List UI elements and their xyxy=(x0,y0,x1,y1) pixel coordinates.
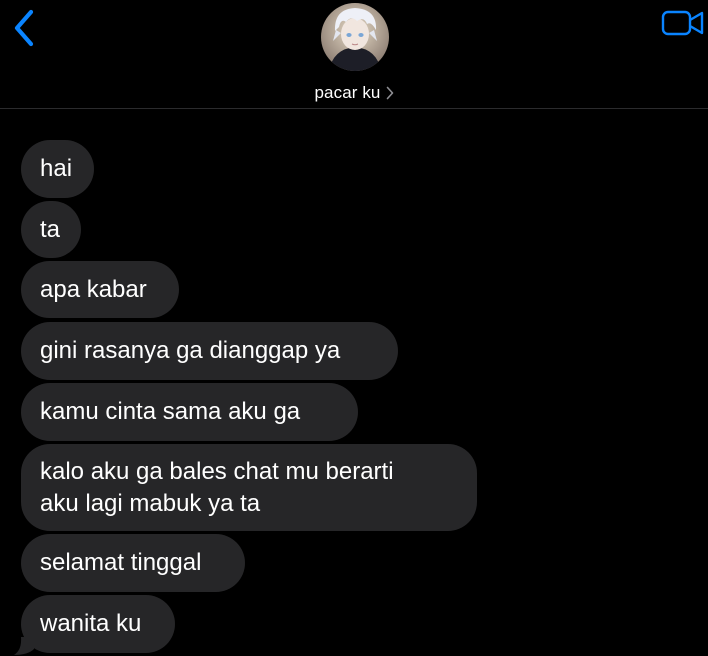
message-text: selamat tinggal xyxy=(40,549,202,576)
contact-name-button[interactable]: pacar ku xyxy=(0,81,708,105)
message-text-line: aku lagi mabuk ya ta xyxy=(40,489,261,517)
message-text: apa kabar xyxy=(40,275,147,303)
message-bubble-incoming[interactable]: hai xyxy=(21,140,94,198)
contact-name: pacar ku xyxy=(314,83,381,102)
bubble-tail xyxy=(14,637,34,655)
back-button[interactable] xyxy=(6,6,42,50)
video-camera-icon xyxy=(661,10,704,36)
message-bubble-incoming[interactable]: wanita ku xyxy=(14,595,175,655)
header-divider xyxy=(0,108,708,109)
message-bubble-incoming[interactable]: apa kabar xyxy=(21,261,179,318)
avatar-image xyxy=(321,3,389,71)
contact-avatar[interactable] xyxy=(321,3,389,71)
message-bubble-incoming[interactable]: kalo aku ga bales chat mu berarti aku la… xyxy=(21,444,477,531)
message-bubble-incoming[interactable]: ta xyxy=(21,201,81,258)
video-call-button[interactable] xyxy=(660,8,706,38)
message-text: hai xyxy=(40,155,73,182)
message-text: ta xyxy=(40,215,61,243)
message-text-line: kalo aku ga bales chat mu berarti xyxy=(40,457,394,485)
chevron-right-icon xyxy=(386,86,394,100)
chevron-left-icon xyxy=(14,9,34,47)
message-bubble-incoming[interactable]: kamu cinta sama aku ga xyxy=(21,383,358,441)
message-text: gini rasanya ga dianggap ya xyxy=(40,337,341,364)
conversation-header: pacar ku xyxy=(0,0,708,109)
message-text: kamu cinta sama aku ga xyxy=(40,398,301,425)
message-bubble-incoming[interactable]: gini rasanya ga dianggap ya xyxy=(21,322,398,380)
message-text: wanita ku xyxy=(40,610,142,637)
message-bubble-incoming[interactable]: selamat tinggal xyxy=(21,534,245,592)
